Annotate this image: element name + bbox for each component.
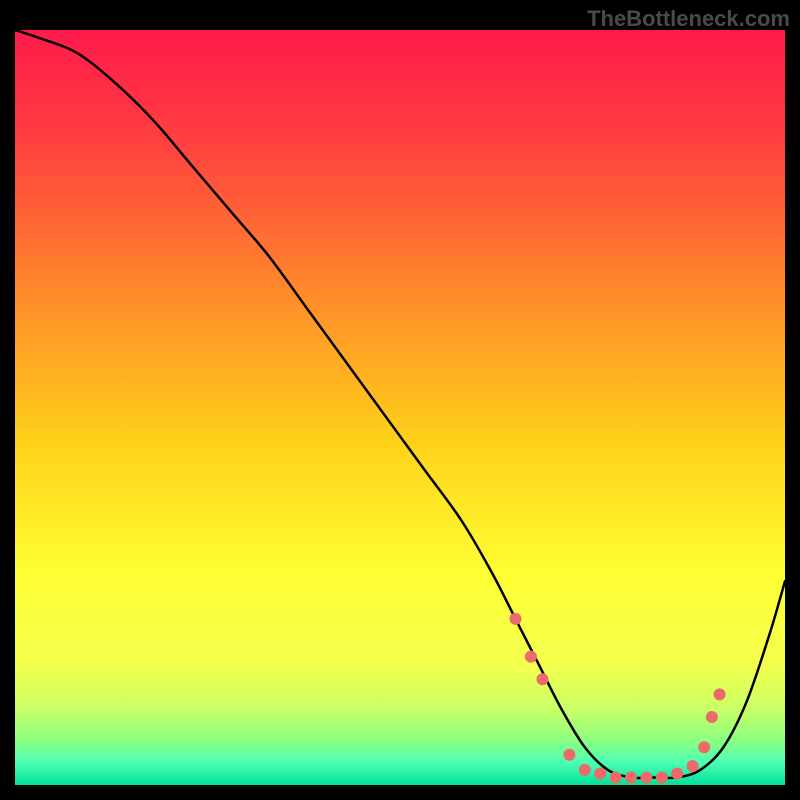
marker-point — [579, 764, 591, 776]
marker-point — [510, 613, 522, 625]
gradient-background — [15, 30, 785, 785]
bottleneck-plot — [15, 30, 785, 785]
marker-point — [640, 771, 652, 783]
chart-frame: TheBottleneck.com — [0, 0, 800, 800]
marker-point — [698, 741, 710, 753]
marker-point — [536, 673, 548, 685]
marker-point — [625, 771, 637, 783]
marker-point — [563, 749, 575, 761]
marker-point — [687, 760, 699, 772]
chart-svg — [15, 30, 785, 785]
marker-point — [525, 651, 537, 663]
marker-point — [594, 768, 606, 780]
marker-point — [671, 768, 683, 780]
watermark-label: TheBottleneck.com — [587, 6, 790, 32]
marker-point — [714, 688, 726, 700]
marker-point — [706, 711, 718, 723]
marker-point — [656, 771, 668, 783]
marker-point — [610, 771, 622, 783]
